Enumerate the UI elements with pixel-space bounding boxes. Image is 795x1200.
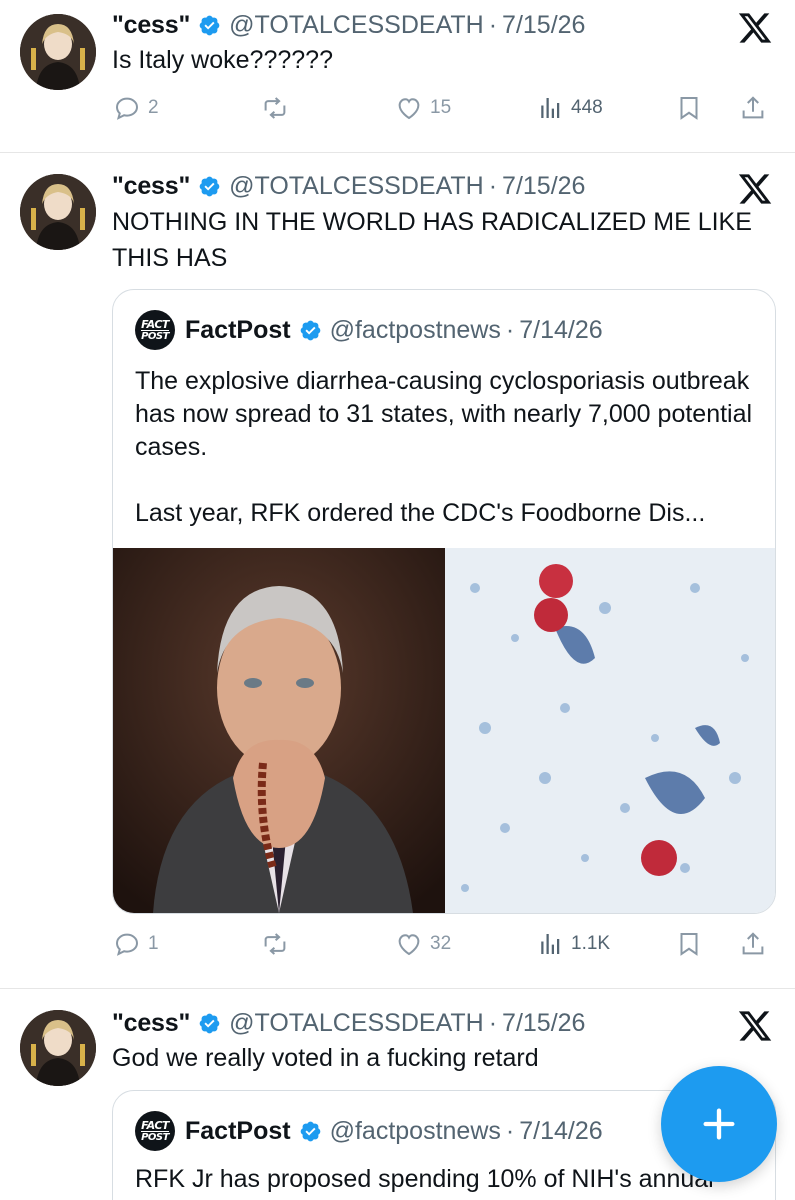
- separator-dot: ·: [505, 315, 515, 344]
- bookmark-icon: [680, 97, 698, 120]
- author-name[interactable]: "cess": [112, 11, 190, 40]
- author-name[interactable]: "cess": [112, 1009, 190, 1038]
- like-icon: [398, 98, 420, 120]
- reply-icon: [115, 97, 139, 120]
- tweet-actions: 2 15 448: [112, 91, 780, 125]
- bookmark-icon: [680, 933, 698, 956]
- tweet-2[interactable]: "cess" @TOTALCESSDEATH · 7/15/26 NOTHING…: [0, 153, 795, 988]
- repost-button[interactable]: [260, 929, 296, 959]
- microscope-photo[interactable]: [445, 548, 775, 913]
- verified-badge-icon: [300, 1121, 320, 1141]
- separator-dot: ·: [488, 1008, 498, 1037]
- view-count: 1.1K: [571, 933, 611, 954]
- tweet-text: Is Italy woke??????: [112, 46, 333, 74]
- portrait-image: [113, 548, 445, 913]
- avatar-photo: [20, 1010, 96, 1086]
- view-count: 448: [571, 97, 603, 118]
- x-logo-icon: [738, 174, 772, 204]
- verified-badge-icon: [199, 176, 220, 196]
- author-handle[interactable]: @TOTALCESSDEATH: [229, 11, 484, 40]
- tweet-text: God we really voted in a fucking retard: [112, 1044, 539, 1072]
- author-handle[interactable]: @TOTALCESSDEATH: [229, 172, 484, 201]
- tweet-date[interactable]: 7/15/26: [502, 172, 585, 201]
- compose-button[interactable]: [661, 1066, 777, 1182]
- views-button[interactable]: 448: [535, 93, 603, 123]
- quoted-author-handle[interactable]: @factpostnews: [330, 316, 501, 345]
- reply-button[interactable]: 2: [112, 93, 159, 123]
- quoted-author-handle[interactable]: @factpostnews: [330, 1117, 501, 1146]
- quoted-tweet-date[interactable]: 7/14/26: [519, 316, 602, 345]
- quoted-tweet-text: The explosive diarrhea-causing cyclospor…: [135, 367, 753, 461]
- verified-badge-icon: [300, 320, 320, 340]
- x-logo-icon: [738, 1011, 772, 1041]
- quoted-tweet-text: RFK Jr has proposed spending 10% of NIH'…: [135, 1165, 714, 1193]
- share-button[interactable]: [738, 929, 768, 959]
- author-handle[interactable]: @TOTALCESSDEATH: [229, 1009, 484, 1038]
- tweet-date[interactable]: 7/15/26: [502, 1009, 585, 1038]
- tweet-1[interactable]: "cess" @TOTALCESSDEATH · 7/15/26 Is Ital…: [0, 0, 795, 152]
- avatar-photo: [20, 174, 96, 250]
- quoted-tweet-date[interactable]: 7/14/26: [519, 1117, 602, 1146]
- bookmark-button[interactable]: [674, 929, 704, 959]
- views-button[interactable]: 1.1K: [535, 929, 610, 959]
- verified-badge-icon: [199, 1013, 220, 1033]
- views-icon: [541, 934, 560, 954]
- reply-count: 2: [148, 97, 159, 118]
- reply-count: 1: [148, 933, 159, 954]
- tweet-text: NOTHING IN THE WORLD HAS RADICALIZED ME …: [112, 208, 752, 272]
- separator-dot: ·: [505, 1116, 515, 1145]
- author-name[interactable]: "cess": [112, 172, 190, 201]
- views-icon: [541, 98, 560, 118]
- separator-dot: ·: [488, 10, 498, 39]
- factpost-logo[interactable]: FACT POST: [135, 1111, 175, 1151]
- like-button[interactable]: 32: [394, 929, 451, 959]
- repost-button[interactable]: [260, 93, 296, 123]
- avatar[interactable]: [20, 1010, 96, 1086]
- tweet-actions: 1 32 1.1K: [112, 927, 780, 961]
- avatar[interactable]: [20, 14, 96, 90]
- avatar[interactable]: [20, 174, 96, 250]
- compose-icon: [703, 1108, 735, 1140]
- tweet-date[interactable]: 7/15/26: [502, 11, 585, 40]
- repost-icon: [264, 933, 286, 955]
- like-count: 32: [430, 933, 452, 954]
- verified-badge-icon: [199, 15, 220, 35]
- quoted-author-name[interactable]: FactPost: [185, 316, 291, 345]
- avatar-photo: [20, 14, 96, 90]
- separator-dot: ·: [488, 171, 498, 200]
- like-icon: [398, 934, 420, 956]
- factpost-logo[interactable]: FACT POST: [135, 310, 175, 350]
- microscope-image: [445, 548, 775, 913]
- share-icon: [742, 96, 764, 119]
- quoted-tweet[interactable]: FACT POST FactPost @factpostnews · 7/14/…: [112, 289, 776, 914]
- portrait-photo[interactable]: [113, 548, 445, 913]
- quoted-author-name[interactable]: FactPost: [185, 1117, 291, 1146]
- reply-button[interactable]: 1: [112, 929, 159, 959]
- bookmark-button[interactable]: [674, 93, 704, 123]
- quoted-media[interactable]: [113, 548, 775, 913]
- reply-icon: [115, 933, 139, 956]
- quoted-tweet-text-continued: Last year, RFK ordered the CDC's Foodbor…: [135, 499, 706, 527]
- repost-icon: [264, 97, 286, 119]
- x-logo-icon: [738, 13, 772, 43]
- like-count: 15: [430, 97, 452, 118]
- like-button[interactable]: 15: [394, 93, 451, 123]
- share-icon: [742, 932, 764, 955]
- share-button[interactable]: [738, 93, 768, 123]
